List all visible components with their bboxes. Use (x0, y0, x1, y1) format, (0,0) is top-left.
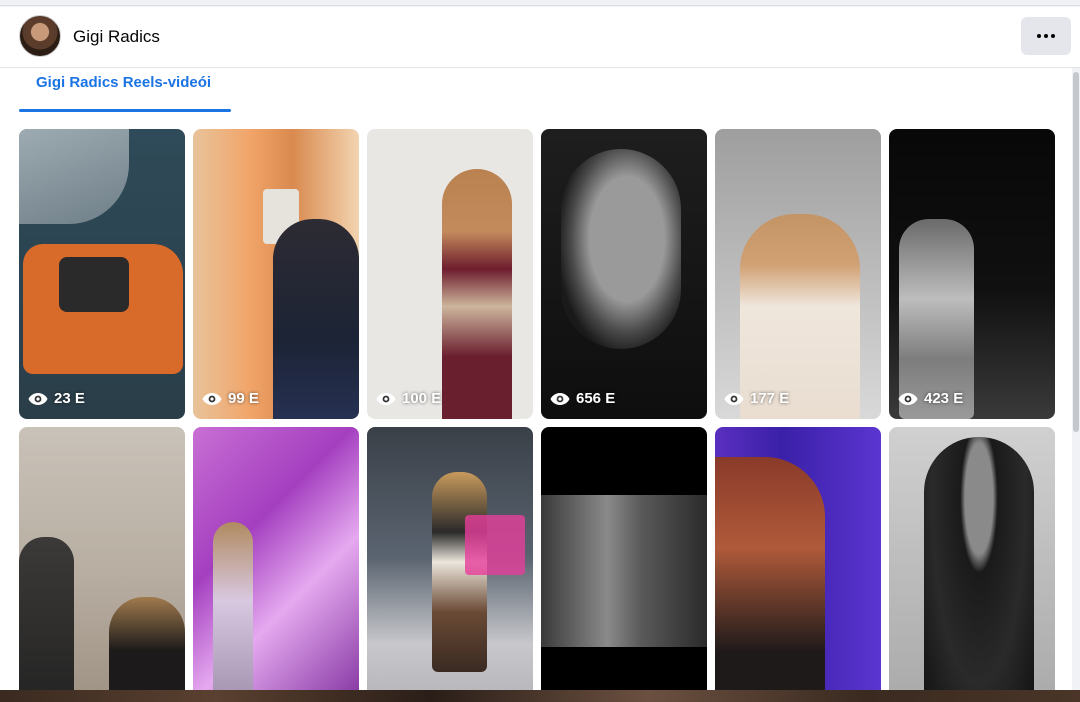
page-scrollbar[interactable] (1072, 68, 1080, 690)
view-count-text: 423 E (924, 390, 964, 407)
reel-thumbnail[interactable]: 177 E (715, 129, 881, 419)
view-count: 423 E (898, 390, 963, 407)
eye-icon (202, 392, 222, 405)
person-image (899, 219, 974, 419)
reel-thumbnail[interactable] (541, 427, 707, 690)
tab-reels-videos[interactable]: Gigi Radics Reels-videói (19, 74, 231, 112)
reel-thumbnail[interactable]: 423 E (889, 129, 1055, 419)
reel-thumbnail[interactable]: 23 E (19, 129, 185, 419)
view-count: 656 E (550, 390, 615, 407)
person-image (442, 169, 512, 419)
reels-grid: 23 E 99 E 100 E 656 E 177 E 423 E (19, 129, 1055, 690)
keypad-image (59, 257, 129, 312)
reel-thumbnail[interactable] (715, 427, 881, 690)
person-image (273, 219, 359, 419)
view-count: 100 E (376, 390, 441, 407)
background-strip (0, 690, 1080, 702)
tab-label: Gigi Radics Reels-videói (36, 74, 212, 91)
view-count-text: 656 E (576, 390, 616, 407)
singer-image (715, 457, 825, 690)
view-count: 23 E (28, 390, 85, 407)
profile-name[interactable]: Gigi Radics (73, 27, 160, 47)
profile-avatar[interactable] (19, 15, 61, 57)
stage-sign-image (465, 515, 525, 575)
reel-thumbnail[interactable] (889, 427, 1055, 690)
more-horizontal-icon (1037, 34, 1041, 38)
reel-thumbnail[interactable] (19, 427, 185, 690)
view-count-text: 100 E (402, 390, 442, 407)
photo-image (541, 495, 707, 647)
eye-icon (550, 392, 570, 405)
view-count-text: 99 E (228, 390, 259, 407)
eye-icon (376, 392, 396, 405)
reel-thumbnail[interactable] (367, 427, 533, 690)
more-dot (1044, 34, 1048, 38)
view-count-text: 23 E (54, 390, 85, 407)
reel-thumbnail[interactable]: 656 E (541, 129, 707, 419)
active-tab-indicator (19, 109, 231, 112)
eye-icon (898, 392, 918, 405)
person-image (109, 597, 185, 690)
hand-image (19, 129, 129, 224)
reel-thumbnail[interactable]: 99 E (193, 129, 359, 419)
eye-icon (724, 392, 744, 405)
scrollbar-thumb[interactable] (1073, 72, 1079, 432)
view-count-text: 177 E (750, 390, 790, 407)
more-options-button[interactable] (1021, 17, 1071, 55)
reel-thumbnail[interactable] (193, 427, 359, 690)
reels-card: Gigi Radics Reels-videói 23 E 99 E 100 E… (0, 68, 1072, 690)
performer-image (213, 522, 253, 690)
portrait-image (924, 437, 1034, 690)
person-image (740, 214, 860, 419)
person-image (19, 537, 74, 690)
view-count: 177 E (724, 390, 789, 407)
reel-thumbnail[interactable]: 100 E (367, 129, 533, 419)
window-top-border (0, 0, 1080, 6)
more-dot (1051, 34, 1055, 38)
eye-icon (28, 392, 48, 405)
face-image (561, 149, 681, 349)
profile-header: Gigi Radics (0, 7, 1080, 68)
view-count: 99 E (202, 390, 259, 407)
